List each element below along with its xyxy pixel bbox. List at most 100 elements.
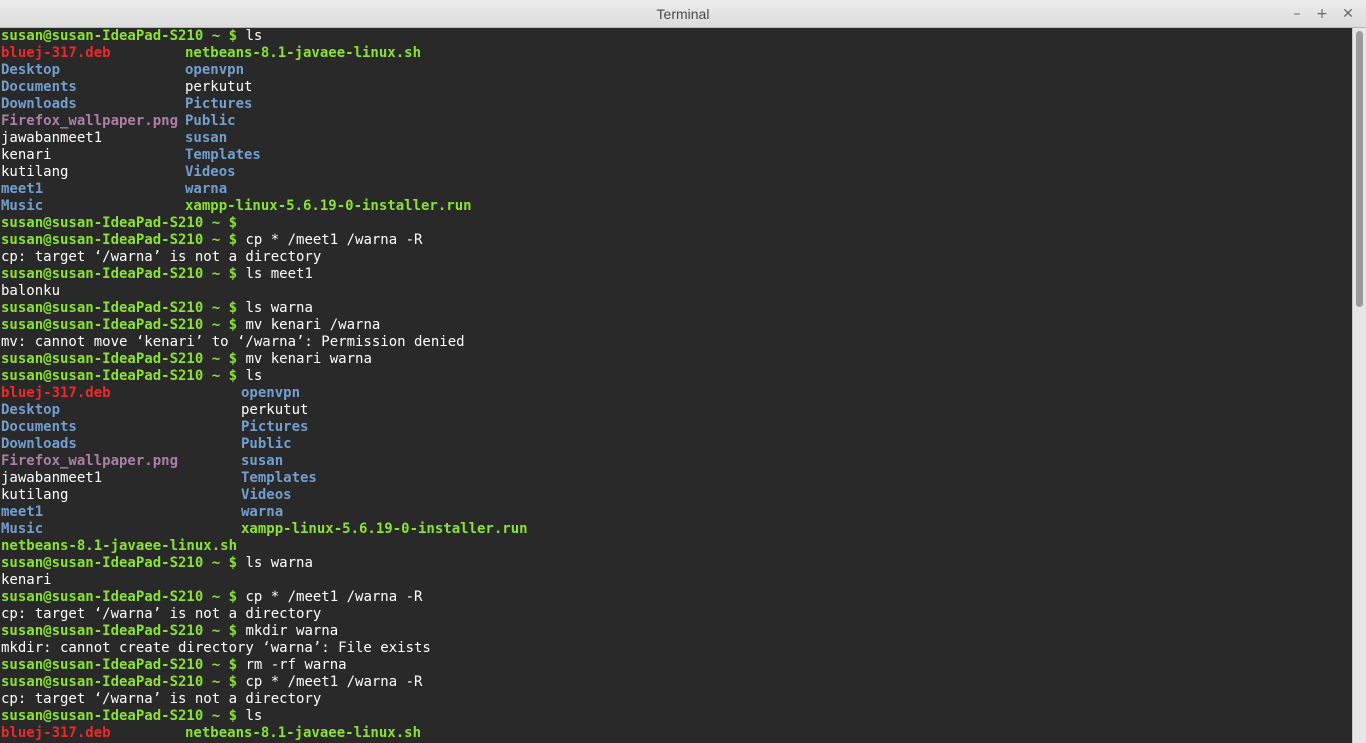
listing-entry: openvpn [241, 385, 301, 401]
listing-row: kenari Templates [1, 147, 465, 164]
listing-entry: kenari [1, 147, 52, 163]
listing-row: bluej-317.deb openvpn [1, 385, 465, 402]
terminal-window: Terminal – + ✕ susan@susan-IdeaPad-S210 … [0, 0, 1366, 743]
listing-entry: Documents [1, 79, 77, 95]
listing-entry: Desktop [1, 402, 61, 418]
listing-entry: Music [1, 521, 44, 537]
command-text: rm -rf warna [237, 657, 347, 673]
listing-entry: kutilang [1, 164, 69, 180]
output-line: balonku [1, 283, 465, 300]
output-text: cp: target ‘/warna’ is not a directory [1, 249, 322, 265]
listing-row: Music xampp-linux-5.6.19-0-installer.run [1, 198, 472, 215]
listing-row: Desktop openvpn [1, 62, 465, 79]
shell-prompt: susan@susan-IdeaPad-S210 ~ $ [1, 368, 238, 384]
shell-prompt: susan@susan-IdeaPad-S210 ~ $ [1, 317, 238, 333]
minimize-button[interactable]: – [1287, 4, 1307, 24]
command-text: cp * /meet1 /warna -R [237, 232, 423, 248]
listing-row: bluej-317.deb netbeans-8.1-javaee-linux.s… [1, 725, 465, 742]
command-text: ls meet1 [237, 266, 313, 282]
shell-prompt: susan@susan-IdeaPad-S210 ~ $ [1, 555, 238, 571]
listing-entry: Templates [241, 470, 317, 486]
shell-prompt: susan@susan-IdeaPad-S210 ~ $ [1, 266, 238, 282]
prompt-line: susan@susan-IdeaPad-S210 ~ $ ls [1, 368, 465, 385]
prompt-line: susan@susan-IdeaPad-S210 ~ $ ls [1, 28, 465, 45]
terminal-output-area[interactable]: susan@susan-IdeaPad-S210 ~ $ ls bluej-317… [0, 28, 1352, 743]
output-line: cp: target ‘/warna’ is not a directory [1, 691, 465, 708]
listing-entry: netbeans-8.1-javaee-linux.sh [185, 45, 422, 61]
listing-entry: warna [185, 181, 228, 197]
shell-prompt: susan@susan-IdeaPad-S210 ~ $ [1, 623, 238, 639]
listing-entry: xampp-linux-5.6.19-0-installer.run [241, 521, 528, 537]
output-line: mv: cannot move ‘kenari’ to ‘/warna’: Pe… [1, 334, 465, 351]
listing-entry: netbeans-8.1-javaee-linux.sh [185, 725, 422, 741]
scrollbar-thumb[interactable] [1356, 31, 1363, 307]
listing-entry: Documents [1, 419, 77, 435]
listing-entry: perkutut [241, 402, 309, 418]
command-text: ls [237, 708, 263, 724]
command-text: cp * /meet1 /warna -R [237, 674, 423, 690]
listing-entry: netbeans-8.1-javaee-linux.sh [1, 538, 238, 554]
listing-entry: Public [241, 436, 292, 452]
listing-entry: Videos [241, 487, 292, 503]
output-text: cp: target ‘/warna’ is not a directory [1, 691, 322, 707]
listing-row: bluej-317.deb netbeans-8.1-javaee-linux.s… [1, 45, 465, 62]
maximize-button[interactable]: + [1312, 4, 1332, 24]
title-bar[interactable]: Terminal – + ✕ [0, 0, 1366, 28]
close-button[interactable]: ✕ [1338, 4, 1358, 24]
shell-prompt: susan@susan-IdeaPad-S210 ~ $ [1, 657, 238, 673]
prompt-line: susan@susan-IdeaPad-S210 ~ $ ls warna [1, 300, 465, 317]
listing-row: kutilang Videos [1, 487, 465, 504]
listing-entry: Firefox_wallpaper.png [1, 113, 179, 129]
prompt-line: susan@susan-IdeaPad-S210 ~ $ [1, 215, 465, 232]
listing-row: meet1 warna [1, 181, 465, 198]
listing-entry: Pictures [241, 419, 309, 435]
prompt-line: susan@susan-IdeaPad-S210 ~ $ mkdir warna [1, 623, 465, 640]
prompt-line: susan@susan-IdeaPad-S210 ~ $ cp * /meet1… [1, 232, 465, 249]
listing-row: Downloads Pictures [1, 96, 465, 113]
command-text: ls [237, 28, 263, 44]
output-line: kenari [1, 572, 465, 589]
output-line: cp: target ‘/warna’ is not a directory [1, 606, 465, 623]
shell-prompt: susan@susan-IdeaPad-S210 ~ $ [1, 28, 238, 44]
prompt-line: susan@susan-IdeaPad-S210 ~ $ ls [1, 708, 465, 725]
output-text: mkdir: cannot create directory ‘warna’: … [1, 640, 431, 656]
listing-entry: bluej-317.deb [1, 385, 111, 401]
listing-row: Downloads Public [1, 436, 465, 453]
shell-prompt: susan@susan-IdeaPad-S210 ~ $ [1, 215, 238, 231]
listing-row: Desktop perkutut [1, 402, 465, 419]
listing-entry: susan [185, 130, 228, 146]
command-text: ls warna [237, 300, 313, 316]
output-text: cp: target ‘/warna’ is not a directory [1, 606, 322, 622]
listing-entry: Downloads [1, 96, 77, 112]
listing-entry: meet1 [1, 181, 44, 197]
listing-row: meet1 warna [1, 504, 465, 521]
command-text: cp * /meet1 /warna -R [237, 589, 423, 605]
listing-entry: warna [241, 504, 284, 520]
output-text: balonku [1, 283, 61, 299]
terminal-lines: susan@susan-IdeaPad-S210 ~ $ ls bluej-317… [1, 28, 528, 742]
shell-prompt: susan@susan-IdeaPad-S210 ~ $ [1, 674, 238, 690]
prompt-line: susan@susan-IdeaPad-S210 ~ $ cp * /meet1… [1, 589, 465, 606]
listing-entry: xampp-linux-5.6.19-0-installer.run [185, 198, 472, 214]
listing-entry: susan [241, 453, 284, 469]
listing-row: Firefox_wallpaper.png susan [1, 453, 465, 470]
listing-entry: kutilang [1, 487, 69, 503]
window-title: Terminal [656, 6, 710, 22]
prompt-line: susan@susan-IdeaPad-S210 ~ $ rm -rf warn… [1, 657, 465, 674]
listing-row: netbeans-8.1-javaee-linux.sh [1, 538, 465, 555]
listing-row: jawabanmeet1 susan [1, 130, 465, 147]
command-text: ls [237, 368, 263, 384]
listing-entry: Pictures [185, 96, 253, 112]
listing-entry: bluej-317.deb [1, 725, 111, 741]
listing-row: Documents Pictures [1, 419, 465, 436]
listing-entry: perkutut [185, 79, 253, 95]
listing-row: Firefox_wallpaper.png Public [1, 113, 465, 130]
vertical-scrollbar[interactable] [1352, 28, 1366, 743]
listing-entry: Downloads [1, 436, 77, 452]
shell-prompt: susan@susan-IdeaPad-S210 ~ $ [1, 232, 238, 248]
command-text: mv kenari /warna [237, 317, 381, 333]
prompt-line: susan@susan-IdeaPad-S210 ~ $ ls warna [1, 555, 465, 572]
listing-entry: Public [185, 113, 236, 129]
prompt-line: susan@susan-IdeaPad-S210 ~ $ ls meet1 [1, 266, 465, 283]
prompt-line: susan@susan-IdeaPad-S210 ~ $ cp * /meet1… [1, 674, 465, 691]
